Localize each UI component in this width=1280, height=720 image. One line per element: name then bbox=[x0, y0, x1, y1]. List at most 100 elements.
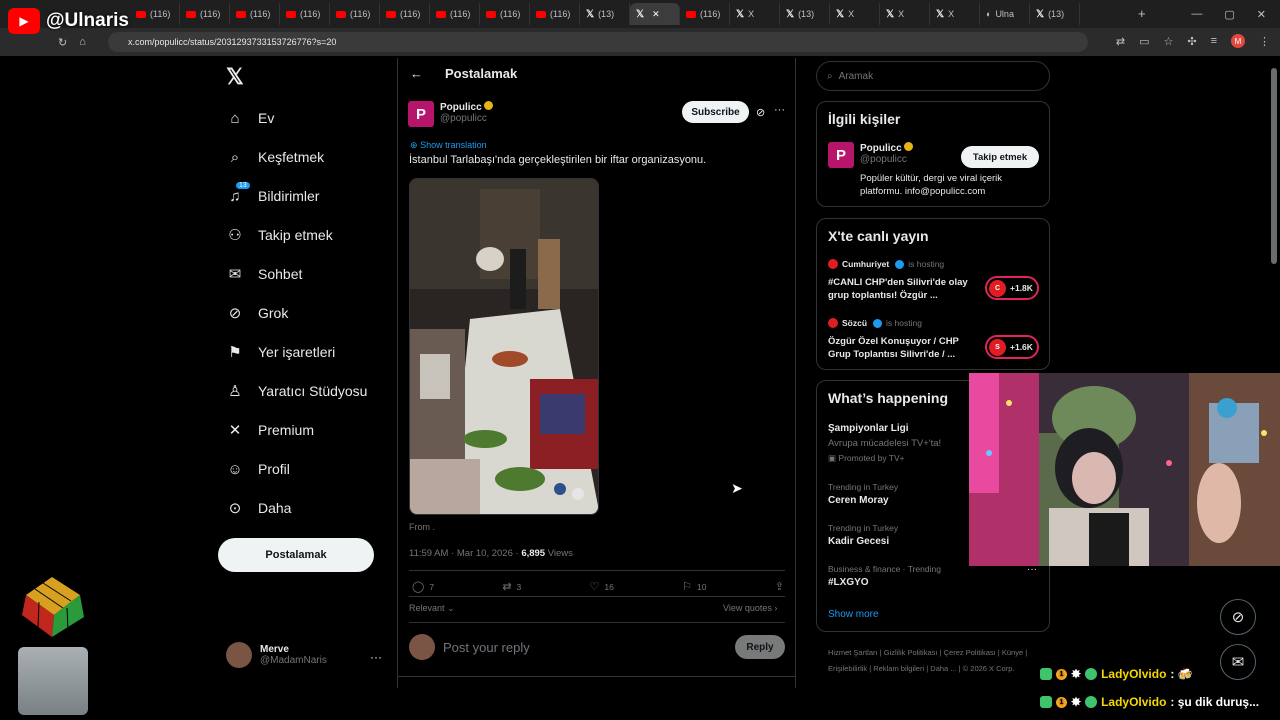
browser-tab[interactable]: (116) bbox=[280, 3, 330, 25]
space-listeners-button[interactable]: S +1.6K bbox=[985, 335, 1039, 359]
browser-tab[interactable]: (116) bbox=[330, 3, 380, 25]
browser-tab[interactable]: 𝕏X bbox=[830, 3, 880, 25]
post-timestamp[interactable]: 11:59 AM · Mar 10, 2026 · bbox=[409, 548, 521, 559]
grok-floating-button[interactable]: ⊘ bbox=[1220, 599, 1256, 635]
browser-menu-icon[interactable]: ⋮ bbox=[1259, 35, 1270, 48]
sort-replies-dropdown[interactable]: Relevant ⌄ bbox=[409, 603, 455, 614]
view-quotes-link[interactable]: View quotes › bbox=[723, 603, 777, 613]
post-button[interactable]: Postalamak bbox=[218, 538, 374, 572]
browser-tab[interactable]: 𝕏X bbox=[730, 3, 780, 25]
x-logo-icon[interactable]: 𝕏 bbox=[226, 64, 244, 90]
footer-link[interactable]: Çerez Politikası bbox=[944, 648, 996, 657]
sidebar-item[interactable]: ⚑ Yer işaretleri bbox=[226, 340, 335, 364]
translate-icon[interactable]: ⇄ bbox=[1116, 35, 1125, 48]
trend-name[interactable]: Kadir Gecesi bbox=[828, 536, 889, 547]
cast-icon[interactable]: ▭ bbox=[1139, 35, 1149, 48]
reload-icon[interactable]: ↻ bbox=[58, 36, 67, 49]
subscribe-button[interactable]: Subscribe bbox=[682, 101, 749, 123]
url-field[interactable]: x.com/populicc/status/203129373315372677… bbox=[108, 32, 1088, 52]
hosting-label: is hosting bbox=[908, 259, 945, 269]
footer-link[interactable]: Künye bbox=[1002, 648, 1023, 657]
sidebar-item[interactable]: ⚇ Takip etmek bbox=[226, 223, 332, 247]
browser-tab[interactable]: (116) bbox=[430, 3, 480, 25]
show-translation-link[interactable]: ⊕ Show translation bbox=[410, 140, 487, 151]
reply-action[interactable]: ◯ 7 bbox=[412, 580, 434, 593]
bookmark-action[interactable]: ⚐ 10 bbox=[682, 580, 706, 593]
post-author[interactable]: P Populicc @populicc bbox=[408, 101, 493, 127]
show-more-link[interactable]: Show more bbox=[828, 609, 879, 620]
footer-link[interactable]: Erişilebilirlik bbox=[828, 664, 867, 673]
footer-link[interactable]: Hizmet Şartları bbox=[828, 648, 878, 657]
footer-link[interactable]: Gizlilik Politikası bbox=[884, 648, 938, 657]
trend-name[interactable]: Ceren Moray bbox=[828, 495, 889, 506]
close-window-icon[interactable]: ✕ bbox=[1257, 8, 1266, 21]
follow-button[interactable]: Takip etmek bbox=[961, 146, 1039, 168]
bookmark-count: 10 bbox=[697, 581, 707, 592]
share-action[interactable]: ⇪ bbox=[775, 580, 784, 593]
verified-badge-icon bbox=[895, 259, 905, 269]
browser-tab[interactable]: 𝕏 (13) bbox=[780, 3, 830, 25]
browser-tab[interactable]: (116) bbox=[230, 3, 280, 25]
divider bbox=[409, 596, 785, 597]
minimize-icon[interactable]: — bbox=[1191, 8, 1202, 20]
new-tab-button[interactable]: + bbox=[1138, 6, 1146, 21]
footer-link[interactable]: Daha ... bbox=[930, 664, 956, 673]
trend-name[interactable]: #LXGYO bbox=[828, 577, 869, 588]
like-action[interactable]: ♡ 16 bbox=[590, 580, 614, 593]
reply-button[interactable]: Reply bbox=[735, 635, 785, 659]
reply-input[interactable]: Post your reply bbox=[443, 640, 530, 655]
space-listeners-button[interactable]: C +1.8K bbox=[985, 276, 1039, 300]
more-options-icon[interactable]: ··· bbox=[774, 104, 785, 116]
footer-link[interactable]: © 2026 X Corp. bbox=[963, 664, 1015, 673]
browser-tab[interactable]: 𝕏 (13) bbox=[1030, 3, 1080, 25]
reading-list-icon[interactable]: ≡ bbox=[1211, 35, 1217, 47]
related-name[interactable]: Populicc bbox=[860, 143, 902, 154]
sidebar-item[interactable]: ✉ Sohbet bbox=[226, 262, 303, 286]
sidebar-item[interactable]: ♫ 13 Bildirimler bbox=[226, 181, 319, 208]
back-arrow-icon[interactable]: ← bbox=[410, 66, 423, 81]
browser-tab[interactable]: (116) bbox=[480, 3, 530, 25]
from-label[interactable]: From . bbox=[409, 522, 435, 532]
sidebar-item[interactable]: ♙ Yaratıcı Stüdyosu bbox=[226, 379, 367, 403]
author-name[interactable]: Populicc bbox=[440, 102, 482, 113]
browser-tab[interactable]: 𝕏 ✕ bbox=[630, 3, 680, 25]
browser-tab[interactable]: 𝕏X bbox=[930, 3, 980, 25]
browser-tab[interactable]: (116) bbox=[380, 3, 430, 25]
browser-tab[interactable]: (116) bbox=[130, 3, 180, 25]
messages-floating-button[interactable]: ✉ bbox=[1220, 644, 1256, 680]
post-video[interactable] bbox=[409, 178, 599, 515]
sidebar-item[interactable]: ☺ Profil bbox=[226, 457, 290, 481]
sidebar-item[interactable]: ⌂ Ev bbox=[226, 106, 274, 130]
space-title[interactable]: Özgür Özel Konuşuyor / CHP Grup Toplantı… bbox=[828, 335, 968, 361]
live-title: X'te canlı yayın bbox=[828, 228, 929, 244]
sidebar-item[interactable]: ✕ Premium bbox=[226, 418, 314, 442]
search-input[interactable]: ⌕ Aramak bbox=[816, 61, 1050, 91]
account-more-icon[interactable]: ··· bbox=[370, 650, 382, 664]
star-icon[interactable]: ☆ bbox=[1163, 35, 1173, 48]
scrollbar-thumb[interactable] bbox=[1271, 68, 1277, 264]
sidebar-item[interactable]: ⊙ Daha bbox=[226, 496, 292, 520]
home-browser-icon[interactable]: ⌂ bbox=[79, 36, 86, 49]
page-scrollbar[interactable] bbox=[1270, 58, 1278, 688]
sidebar-item[interactable]: ⌕ Keşfetmek bbox=[226, 145, 324, 169]
extensions-icon[interactable]: ✣ bbox=[1187, 35, 1196, 48]
promo-title[interactable]: Şampiyonlar Ligi bbox=[828, 423, 909, 434]
browser-tab[interactable]: (116) bbox=[530, 3, 580, 25]
account-switcher[interactable]: Merve @MadamNaris bbox=[226, 642, 327, 668]
browser-tab[interactable]: 𝕏X bbox=[880, 3, 930, 25]
related-avatar[interactable]: P bbox=[828, 142, 854, 168]
browser-tab[interactable]: ◐ Ulna bbox=[980, 3, 1030, 25]
footer-link[interactable]: Reklam bilgileri bbox=[873, 664, 924, 673]
author-avatar[interactable]: P bbox=[408, 101, 434, 127]
maximize-icon[interactable]: ▢ bbox=[1224, 8, 1234, 21]
close-tab-icon[interactable]: ✕ bbox=[652, 9, 660, 20]
browser-profile-avatar[interactable]: M bbox=[1231, 34, 1245, 48]
space-title[interactable]: #CANLI CHP'den Silivri'de olay grup topl… bbox=[828, 276, 968, 302]
youtube-icon: ▶ bbox=[8, 8, 40, 34]
browser-tab[interactable]: (116) bbox=[180, 3, 230, 25]
sidebar-item[interactable]: ⊘ Grok bbox=[226, 301, 289, 325]
grok-icon[interactable]: ⊘ bbox=[756, 106, 765, 119]
browser-tab[interactable]: (116) bbox=[680, 3, 730, 25]
repost-action[interactable]: ⇄ 3 bbox=[502, 580, 521, 593]
browser-tab[interactable]: 𝕏 (13) bbox=[580, 3, 630, 25]
